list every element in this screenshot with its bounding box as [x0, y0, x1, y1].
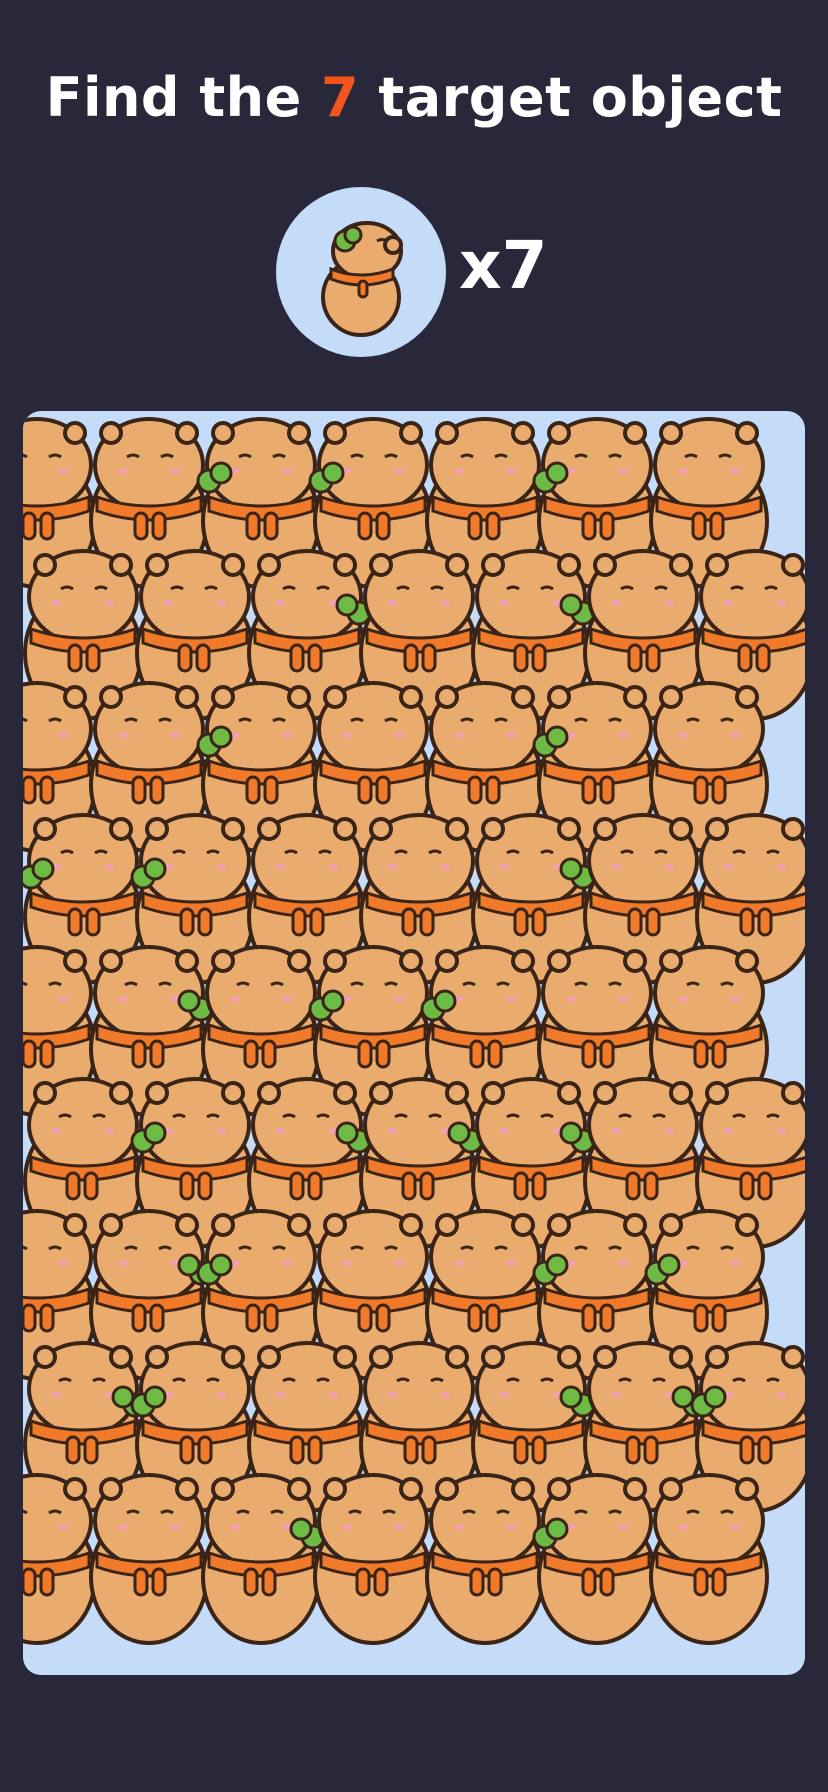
target-count-label: x7	[459, 227, 548, 304]
target-preview	[276, 187, 446, 357]
capybara-icon[interactable]	[649, 1473, 769, 1645]
capybara-icon[interactable]	[532, 1473, 657, 1645]
capybara-grid[interactable]	[23, 411, 805, 1675]
capybara-icon[interactable]	[89, 1473, 209, 1645]
target-count-highlight: 7	[321, 66, 360, 129]
capybara-icon[interactable]	[23, 1473, 97, 1645]
capybara-icon[interactable]	[201, 1473, 326, 1645]
page-title: Find the 7 target object	[0, 66, 828, 129]
capybara-icon[interactable]	[425, 1473, 545, 1645]
capybara-icon[interactable]	[313, 1473, 433, 1645]
title-prefix: Find the	[45, 66, 322, 129]
target-indicator: x7	[276, 187, 576, 357]
title-suffix: target object	[359, 66, 783, 129]
capybara-with-leaf-icon	[321, 221, 403, 337]
game-screen: Find the 7 target object x7	[0, 0, 828, 1792]
puzzle-board[interactable]	[23, 411, 805, 1675]
